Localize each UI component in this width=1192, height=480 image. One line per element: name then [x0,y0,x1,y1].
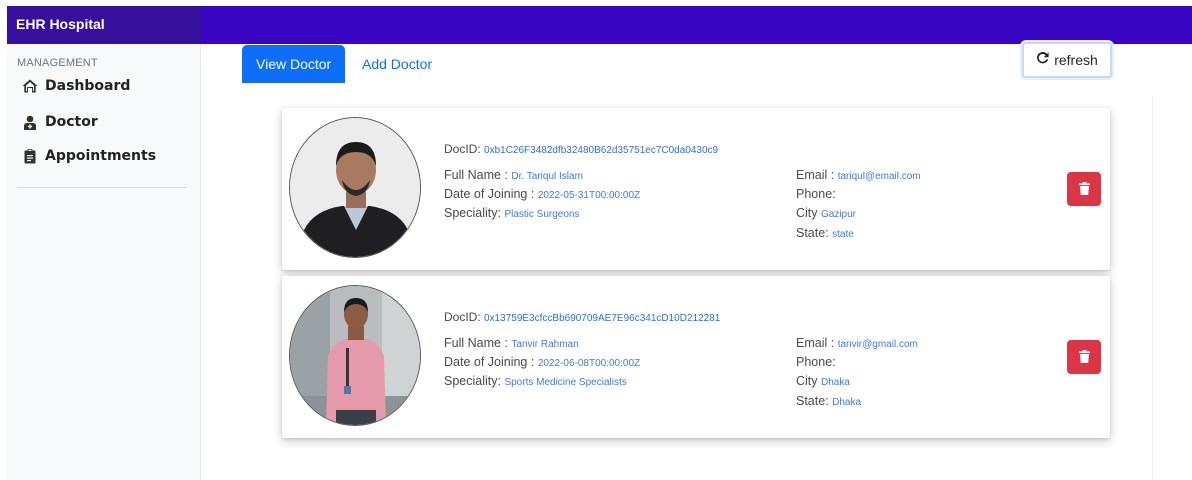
trash-icon [1078,180,1090,199]
doc-id: DocID: 0xb1C26F3482dfb32480B62d35751ec7C… [444,142,718,156]
speciality: Speciality: Plastic Surgeons [444,206,580,220]
date-of-joining-value: 2022-06-08T00:00:00Z [537,358,641,369]
sidebar-heading: MANAGEMENT [17,57,98,69]
delete-button[interactable] [1067,340,1101,374]
sidebar-item-doctor[interactable]: Doctor [21,114,98,130]
refresh-icon [1036,51,1054,68]
sidebar-item-dashboard[interactable]: Dashboard [21,78,130,94]
date-of-joining-label: Date of Joining : [444,355,538,369]
doc-id-label: DocID: [444,142,485,156]
doc-id: DocID: 0x13759E3cfccBb690709AE7E96c341cD… [444,310,720,324]
state: State: Dhaka [796,394,861,408]
tab-view-doctor[interactable]: View Doctor [242,45,346,83]
doctor-avatar [289,285,421,426]
full-name-label: Full Name : [444,336,512,350]
email-label: Email : [796,336,838,350]
date-of-joining: Date of Joining : 2022-06-08T00:00:00Z [444,355,640,369]
state-label: State: [796,226,833,240]
sidebar: MANAGEMENT Dashboard Doctor Appointments [7,44,201,480]
state-value: state [832,229,854,240]
refresh-label: refresh [1054,52,1098,68]
city-label: City [796,374,821,388]
city: City Gazipur [796,206,856,220]
date-of-joining: Date of Joining : 2022-05-31T00:00:00Z [444,187,640,201]
refresh-button[interactable]: refresh [1022,42,1112,78]
phone: Phone: [796,355,836,369]
sidebar-divider [17,187,187,188]
doc-id-value: 0x13759E3cfccBb690709AE7E96c341cD10D2122… [484,313,721,324]
phone: Phone: [796,187,836,201]
full-name-value: Tanvir Rahman [511,339,579,350]
state: State: state [796,226,854,240]
phone-label: Phone: [796,355,836,369]
user-doctor-icon [21,114,39,130]
phone-label: Phone: [796,187,836,201]
email-value: tanvir@gmail.com [837,339,918,350]
sidebar-item-label: Doctor [45,114,98,130]
doc-id-value: 0xb1C26F3482dfb32480B62d35751ec7C0da0430… [484,145,719,156]
sidebar-item-label: Dashboard [45,78,131,94]
app-title[interactable]: EHR Hospital [16,16,105,32]
state-label: State: [796,394,833,408]
home-icon [21,78,39,94]
sidebar-item-label: Appointments [45,148,157,164]
state-value: Dhaka [832,397,862,408]
brand-bar: EHR Hospital [7,6,201,44]
speciality-value: Sports Medicine Specialists [504,377,627,388]
top-navbar [201,6,1192,44]
clipboard-icon [21,148,39,164]
doctor-card: DocID: 0xb1C26F3482dfb32480B62d35751ec7C… [282,108,1110,270]
email: Email : tariqul@email.com [796,168,921,182]
speciality-value: Plastic Surgeons [504,209,580,220]
sidebar-item-appointments[interactable]: Appointments [21,148,156,164]
speciality-label: Speciality: [444,206,505,220]
doc-id-label: DocID: [444,310,485,324]
city-label: City [796,206,821,220]
content-divider [1152,96,1153,480]
full-name: Full Name : Tanvir Rahman [444,336,579,350]
speciality: Speciality: Sports Medicine Specialists [444,374,627,388]
date-of-joining-value: 2022-05-31T00:00:00Z [537,190,641,201]
full-name-value: Dr. Tariqul Islam [511,171,583,182]
doctor-card: DocID: 0x13759E3cfccBb690709AE7E96c341cD… [282,276,1110,438]
email-value: tariqul@email.com [837,171,921,182]
date-of-joining-label: Date of Joining : [444,187,538,201]
city-value: Gazipur [821,209,857,220]
full-name: Full Name : Dr. Tariqul Islam [444,168,583,182]
city-value: Dhaka [821,377,850,388]
email: Email : tanvir@gmail.com [796,336,918,350]
trash-icon [1078,348,1090,367]
city: City Dhaka [796,374,850,388]
doctor-avatar [289,117,421,258]
email-label: Email : [796,168,838,182]
delete-button[interactable] [1067,172,1101,206]
full-name-label: Full Name : [444,168,512,182]
speciality-label: Speciality: [444,374,505,388]
tab-add-doctor[interactable]: Add Doctor [348,45,446,83]
